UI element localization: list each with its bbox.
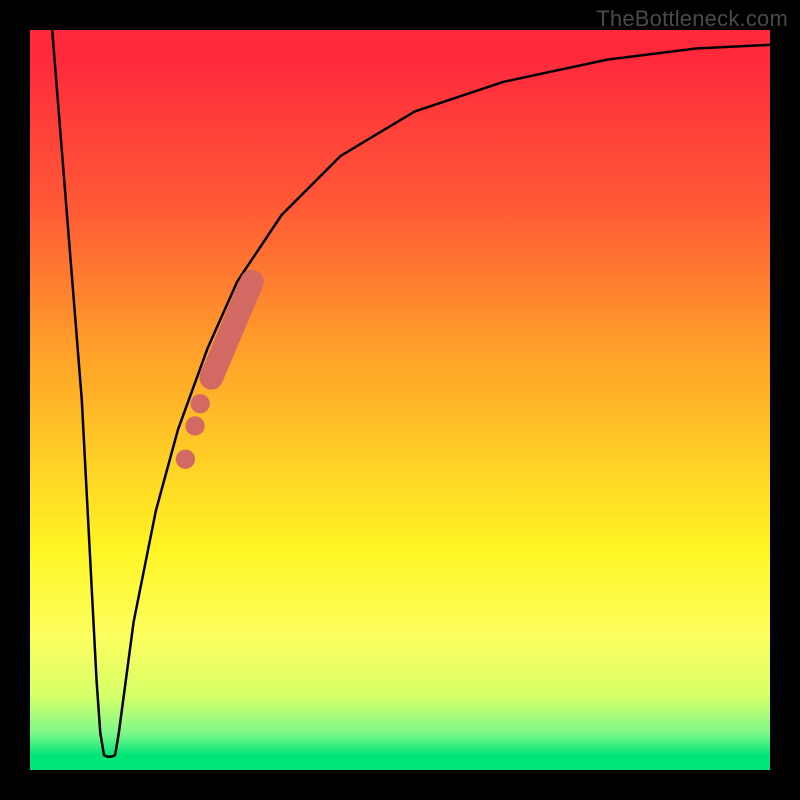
bottleneck-curve	[52, 30, 770, 757]
bottleneck-curve-chart	[30, 30, 770, 770]
watermark-text: TheBottleneck.com	[596, 6, 788, 32]
marker-dot	[185, 416, 204, 435]
chart-frame: TheBottleneck.com	[0, 0, 800, 800]
marker-dot	[176, 450, 195, 469]
marker-dot	[191, 394, 210, 413]
plot-area	[30, 30, 770, 770]
